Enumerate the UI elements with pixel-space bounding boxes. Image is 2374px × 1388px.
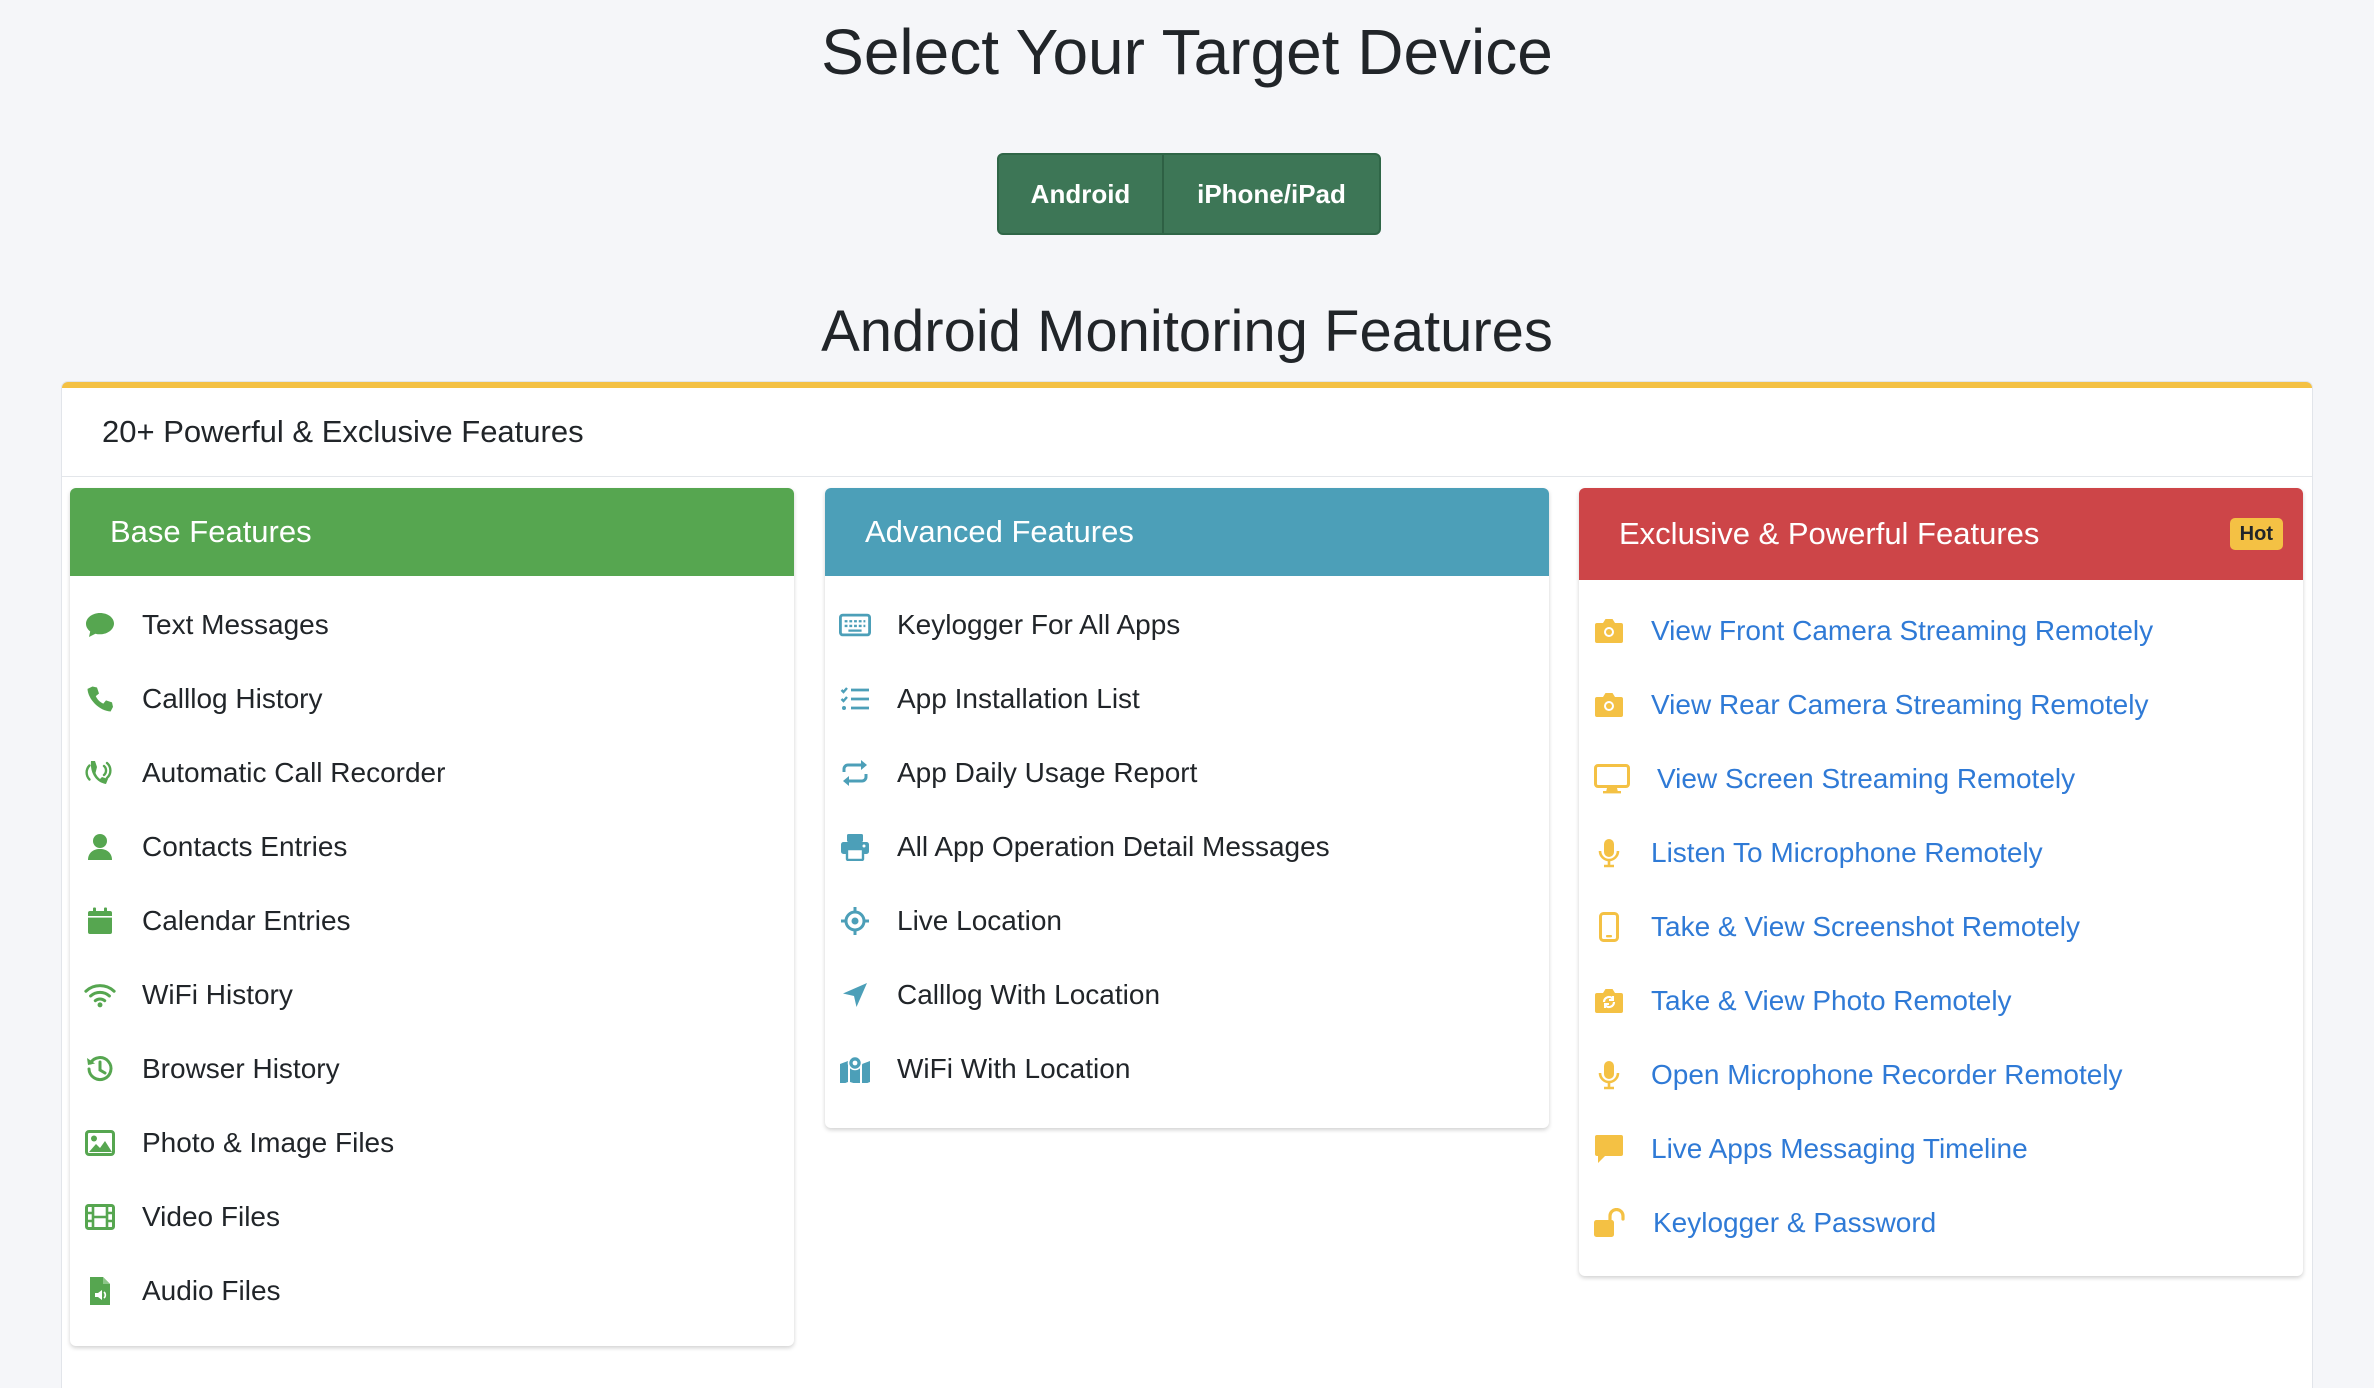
user-icon bbox=[84, 831, 116, 863]
list-item: Keylogger & Password bbox=[1579, 1186, 2303, 1260]
feature-link-keylogger-password[interactable]: Keylogger & Password bbox=[1653, 1207, 1936, 1239]
camera-icon bbox=[1593, 615, 1625, 647]
advanced-features-list: Keylogger For All Apps App Installation … bbox=[825, 576, 1549, 1106]
exclusive-features-list: View Front Camera Streaming Remotely Vie… bbox=[1579, 580, 2303, 1260]
film-icon bbox=[84, 1201, 116, 1233]
list-item: All App Operation Detail Messages bbox=[825, 810, 1549, 884]
exclusive-features-title: Exclusive & Powerful Features bbox=[1619, 516, 2040, 551]
list-item: App Installation List bbox=[825, 662, 1549, 736]
hot-badge: Hot bbox=[2229, 518, 2283, 550]
feature-link-screen-streaming[interactable]: View Screen Streaming Remotely bbox=[1657, 763, 2075, 795]
list-item: Keylogger For All Apps bbox=[825, 588, 1549, 662]
location-arrow-icon bbox=[839, 979, 871, 1011]
feature-link-messaging-timeline[interactable]: Live Apps Messaging Timeline bbox=[1651, 1133, 2028, 1165]
list-item: Automatic Call Recorder bbox=[70, 736, 794, 810]
feature-link-front-camera[interactable]: View Front Camera Streaming Remotely bbox=[1651, 615, 2153, 647]
feature-link-microphone-recorder[interactable]: Open Microphone Recorder Remotely bbox=[1651, 1059, 2123, 1091]
history-icon bbox=[84, 1053, 116, 1085]
feature-label: Video Files bbox=[142, 1201, 281, 1232]
iphone-ipad-button[interactable]: iPhone/iPad bbox=[1164, 155, 1379, 233]
list-item: Live Apps Messaging Timeline bbox=[1579, 1112, 2303, 1186]
list-item: View Rear Camera Streaming Remotely bbox=[1579, 668, 2303, 742]
android-button[interactable]: Android bbox=[999, 155, 1164, 233]
list-item: Take & View Photo Remotely bbox=[1579, 964, 2303, 1038]
feature-label: Photo & Image Files bbox=[142, 1127, 395, 1158]
list-item: Listen To Microphone Remotely bbox=[1579, 816, 2303, 890]
device-toggle: Android iPhone/iPad bbox=[997, 153, 1381, 235]
feature-label: App Installation List bbox=[897, 683, 1140, 714]
mobile-icon bbox=[1593, 911, 1625, 943]
keyboard-icon bbox=[839, 609, 871, 641]
feature-label: WiFi With Location bbox=[897, 1053, 1131, 1084]
exclusive-features-header: Exclusive & Powerful Features Hot bbox=[1579, 488, 2303, 580]
list-item: Calllog History bbox=[70, 662, 794, 736]
feature-label: Automatic Call Recorder bbox=[142, 757, 446, 788]
feature-label: WiFi History bbox=[142, 979, 293, 1010]
microphone-icon bbox=[1593, 837, 1625, 869]
list-item: WiFi With Location bbox=[825, 1032, 1549, 1106]
phone-volume-icon bbox=[84, 757, 116, 789]
phone-icon bbox=[84, 683, 116, 715]
list-item: Audio Files bbox=[70, 1254, 794, 1328]
camera-icon bbox=[1593, 689, 1625, 721]
checklist-icon bbox=[839, 683, 871, 715]
list-item: Contacts Entries bbox=[70, 810, 794, 884]
feature-label: Contacts Entries bbox=[142, 831, 348, 862]
chat-bubble-icon bbox=[84, 609, 116, 641]
feature-label: Calllog With Location bbox=[897, 979, 1161, 1010]
map-marked-icon bbox=[839, 1053, 871, 1085]
calendar-icon bbox=[84, 905, 116, 937]
feature-label: Keylogger For All Apps bbox=[897, 609, 1181, 640]
feature-link-rear-camera[interactable]: View Rear Camera Streaming Remotely bbox=[1651, 689, 2148, 721]
list-item: Text Messages bbox=[70, 588, 794, 662]
feature-label: App Daily Usage Report bbox=[897, 757, 1198, 788]
list-item: Video Files bbox=[70, 1180, 794, 1254]
audio-file-icon bbox=[84, 1275, 116, 1307]
base-features-panel: Base Features Text Messages Calllog Hist… bbox=[70, 488, 794, 1346]
camera-retro-icon bbox=[1593, 985, 1625, 1017]
desktop-icon bbox=[1593, 763, 1631, 795]
feature-link-photo[interactable]: Take & View Photo Remotely bbox=[1651, 985, 2012, 1017]
list-item: Open Microphone Recorder Remotely bbox=[1579, 1038, 2303, 1112]
list-item: Calllog With Location bbox=[825, 958, 1549, 1032]
feature-label: Browser History bbox=[142, 1053, 340, 1084]
comment-icon bbox=[1593, 1133, 1625, 1165]
section-title: Android Monitoring Features bbox=[821, 299, 1553, 364]
feature-label: All App Operation Detail Messages bbox=[897, 831, 1330, 862]
unlock-icon bbox=[1593, 1207, 1627, 1239]
list-item: Take & View Screenshot Remotely bbox=[1579, 890, 2303, 964]
feature-label: Text Messages bbox=[142, 609, 329, 640]
feature-label: Calllog History bbox=[142, 683, 323, 714]
list-item: WiFi History bbox=[70, 958, 794, 1032]
base-features-header: Base Features bbox=[70, 488, 794, 576]
feature-label: Calendar Entries bbox=[142, 905, 351, 936]
features-card: 20+ Powerful & Exclusive Features Base F… bbox=[62, 382, 2312, 1388]
exclusive-features-panel: Exclusive & Powerful Features Hot View F… bbox=[1579, 488, 2303, 1276]
wifi-icon bbox=[84, 979, 116, 1011]
features-subtitle: 20+ Powerful & Exclusive Features bbox=[62, 388, 2312, 477]
list-item: Calendar Entries bbox=[70, 884, 794, 958]
printer-icon bbox=[839, 831, 871, 863]
page: Select Your Target Device Android iPhone… bbox=[0, 0, 2374, 1388]
repeat-icon bbox=[839, 757, 871, 789]
feature-label: Live Location bbox=[897, 905, 1063, 936]
advanced-features-header: Advanced Features bbox=[825, 488, 1549, 576]
microphone-icon bbox=[1593, 1059, 1625, 1091]
crosshairs-icon bbox=[839, 905, 871, 937]
list-item: App Daily Usage Report bbox=[825, 736, 1549, 810]
list-item: Photo & Image Files bbox=[70, 1106, 794, 1180]
base-features-list: Text Messages Calllog History Automatic … bbox=[70, 576, 794, 1328]
list-item: View Front Camera Streaming Remotely bbox=[1579, 594, 2303, 668]
feature-link-listen-microphone[interactable]: Listen To Microphone Remotely bbox=[1651, 837, 2043, 869]
list-item: Browser History bbox=[70, 1032, 794, 1106]
feature-link-screenshot[interactable]: Take & View Screenshot Remotely bbox=[1651, 911, 2080, 943]
advanced-features-panel: Advanced Features Keylogger For All Apps… bbox=[825, 488, 1549, 1128]
feature-label: Audio Files bbox=[142, 1275, 281, 1306]
list-item: Live Location bbox=[825, 884, 1549, 958]
list-item: View Screen Streaming Remotely bbox=[1579, 742, 2303, 816]
image-icon bbox=[84, 1127, 116, 1159]
page-title: Select Your Target Device bbox=[821, 16, 1553, 88]
